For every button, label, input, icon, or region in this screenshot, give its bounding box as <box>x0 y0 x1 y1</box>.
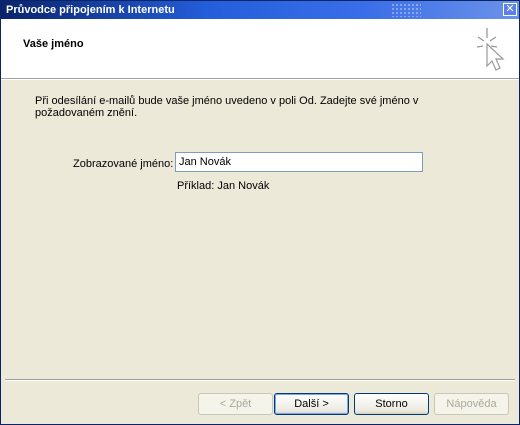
footer-divider <box>5 379 515 381</box>
page-title: Vaše jméno <box>23 38 84 50</box>
window-title: Průvodce připojením k Internetu <box>6 4 175 16</box>
display-name-label: Zobrazované jméno: <box>73 158 174 170</box>
title-bar[interactable]: Průvodce připojením k Internetu ✕ <box>1 1 519 19</box>
back-button[interactable]: < Zpět <box>198 393 273 415</box>
title-decoration <box>391 3 421 17</box>
next-button[interactable]: Další > <box>274 393 349 415</box>
help-button[interactable]: Nápověda <box>434 393 509 415</box>
wizard-window: Průvodce připojením k Internetu ✕ Vaše j… <box>0 0 520 425</box>
cancel-button[interactable]: Storno <box>354 393 429 415</box>
description-text: Při odesílání e-mailů bude vaše jméno uv… <box>35 95 419 119</box>
wizard-cursor-icon <box>476 28 505 71</box>
example-text: Příklad: Jan Novák <box>177 180 270 192</box>
display-name-input[interactable] <box>175 152 423 172</box>
close-button[interactable]: ✕ <box>503 3 517 16</box>
wizard-header: Vaše jméno <box>1 19 519 79</box>
